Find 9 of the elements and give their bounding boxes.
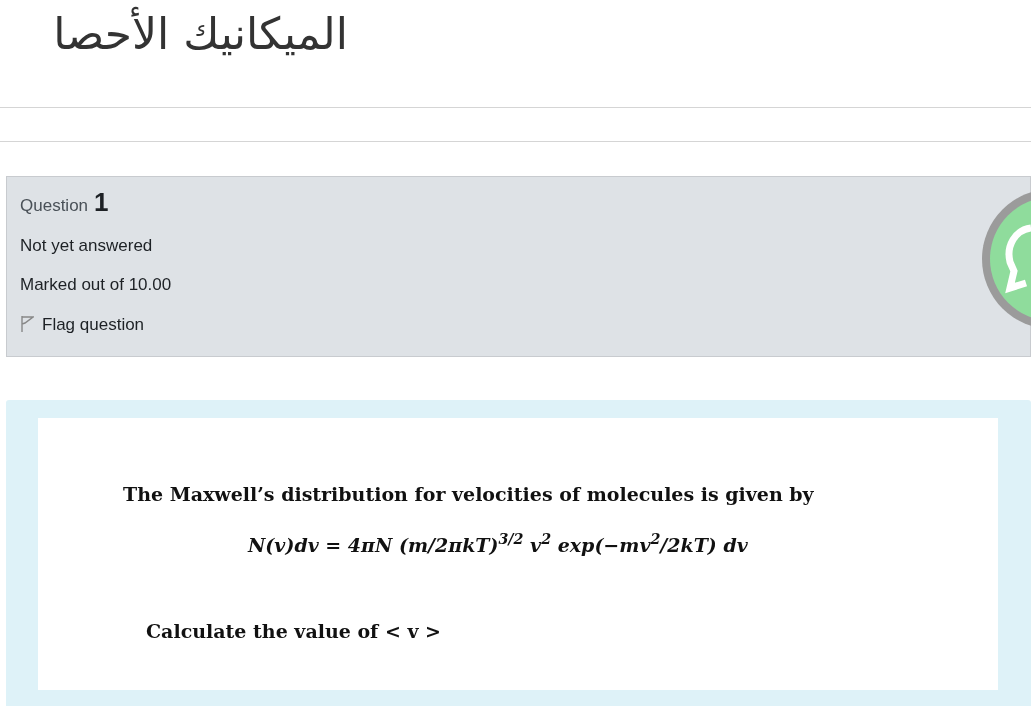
answer-status: Not yet answered <box>20 234 154 257</box>
question-text: The Maxwell’s distribution for velocities of molecules is given by <box>122 482 815 507</box>
question-label: Question <box>20 195 89 217</box>
prompt-text: Calculate the value of < v > <box>145 619 442 644</box>
formula-text: N(v)dv = 4πN (m/2πkT)$^{3/2}$ v$^{2}$ exp(−mv$^{2}$/2kT) dv <box>246 530 749 558</box>
marks-text: Marked out of 10.00 <box>20 274 173 296</box>
question-number: 1 <box>94 189 109 215</box>
page-title: الميكانيك الأحصا <box>53 5 348 61</box>
flag-question-link[interactable]: Flag question <box>20 311 145 337</box>
